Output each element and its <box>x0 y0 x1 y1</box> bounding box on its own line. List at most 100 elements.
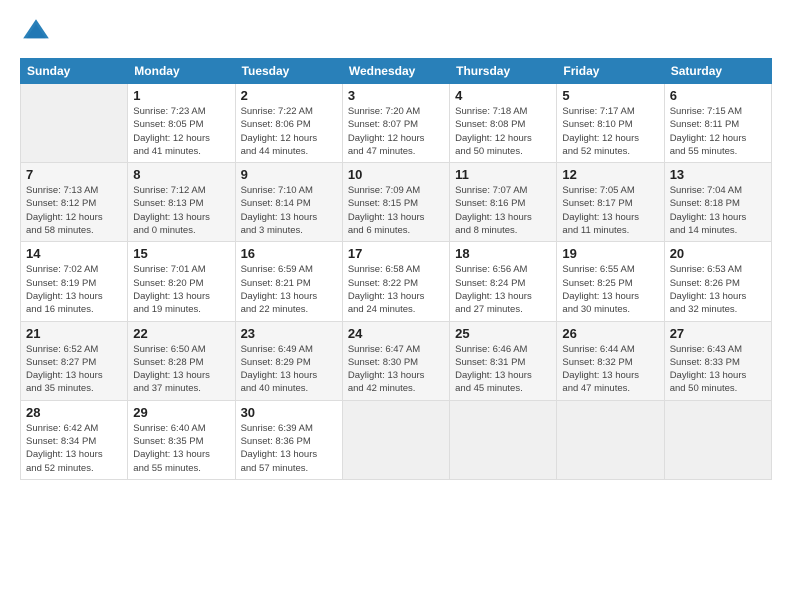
week-row-2: 7 Sunrise: 7:13 AMSunset: 8:12 PMDaylight… <box>21 163 772 242</box>
day-cell: 24 Sunrise: 6:47 AMSunset: 8:30 PMDayligh… <box>342 321 449 400</box>
day-info: Sunrise: 6:40 AMSunset: 8:35 PMDaylight:… <box>133 422 229 475</box>
day-number: 11 <box>455 167 551 182</box>
day-number: 17 <box>348 246 444 261</box>
day-info: Sunrise: 6:44 AMSunset: 8:32 PMDaylight:… <box>562 343 658 396</box>
day-info: Sunrise: 6:43 AMSunset: 8:33 PMDaylight:… <box>670 343 766 396</box>
day-cell: 26 Sunrise: 6:44 AMSunset: 8:32 PMDayligh… <box>557 321 664 400</box>
day-number: 12 <box>562 167 658 182</box>
col-header-wednesday: Wednesday <box>342 59 449 84</box>
week-row-4: 21 Sunrise: 6:52 AMSunset: 8:27 PMDayligh… <box>21 321 772 400</box>
col-header-friday: Friday <box>557 59 664 84</box>
day-number: 21 <box>26 326 122 341</box>
week-row-1: 1 Sunrise: 7:23 AMSunset: 8:05 PMDaylight… <box>21 84 772 163</box>
day-cell: 20 Sunrise: 6:53 AMSunset: 8:26 PMDayligh… <box>664 242 771 321</box>
day-number: 16 <box>241 246 337 261</box>
day-cell: 15 Sunrise: 7:01 AMSunset: 8:20 PMDayligh… <box>128 242 235 321</box>
day-info: Sunrise: 7:18 AMSunset: 8:08 PMDaylight:… <box>455 105 551 158</box>
day-cell: 16 Sunrise: 6:59 AMSunset: 8:21 PMDayligh… <box>235 242 342 321</box>
day-number: 27 <box>670 326 766 341</box>
day-number: 7 <box>26 167 122 182</box>
day-info: Sunrise: 7:09 AMSunset: 8:15 PMDaylight:… <box>348 184 444 237</box>
day-number: 9 <box>241 167 337 182</box>
day-info: Sunrise: 6:46 AMSunset: 8:31 PMDaylight:… <box>455 343 551 396</box>
day-number: 22 <box>133 326 229 341</box>
day-number: 20 <box>670 246 766 261</box>
day-number: 13 <box>670 167 766 182</box>
day-cell: 29 Sunrise: 6:40 AMSunset: 8:35 PMDayligh… <box>128 400 235 479</box>
day-cell: 14 Sunrise: 7:02 AMSunset: 8:19 PMDayligh… <box>21 242 128 321</box>
col-header-thursday: Thursday <box>450 59 557 84</box>
day-cell: 2Sunrise: 7:22 AMSunset: 8:06 PMDaylight… <box>235 84 342 163</box>
day-cell: 9 Sunrise: 7:10 AMSunset: 8:14 PMDaylight… <box>235 163 342 242</box>
day-info: Sunrise: 6:53 AMSunset: 8:26 PMDaylight:… <box>670 263 766 316</box>
header-row: SundayMondayTuesdayWednesdayThursdayFrid… <box>21 59 772 84</box>
day-info: Sunrise: 7:07 AMSunset: 8:16 PMDaylight:… <box>455 184 551 237</box>
day-cell: 21 Sunrise: 6:52 AMSunset: 8:27 PMDayligh… <box>21 321 128 400</box>
day-cell: 10 Sunrise: 7:09 AMSunset: 8:15 PMDayligh… <box>342 163 449 242</box>
day-cell: 25 Sunrise: 6:46 AMSunset: 8:31 PMDayligh… <box>450 321 557 400</box>
day-cell: 12 Sunrise: 7:05 AMSunset: 8:17 PMDayligh… <box>557 163 664 242</box>
day-cell: 27 Sunrise: 6:43 AMSunset: 8:33 PMDayligh… <box>664 321 771 400</box>
day-info: Sunrise: 7:01 AMSunset: 8:20 PMDaylight:… <box>133 263 229 316</box>
week-row-5: 28 Sunrise: 6:42 AMSunset: 8:34 PMDayligh… <box>21 400 772 479</box>
header <box>20 16 772 48</box>
day-info: Sunrise: 7:17 AMSunset: 8:10 PMDaylight:… <box>562 105 658 158</box>
day-cell: 11 Sunrise: 7:07 AMSunset: 8:16 PMDayligh… <box>450 163 557 242</box>
day-number: 4 <box>455 88 551 103</box>
page: SundayMondayTuesdayWednesdayThursdayFrid… <box>0 0 792 612</box>
day-cell <box>21 84 128 163</box>
day-cell: 22 Sunrise: 6:50 AMSunset: 8:28 PMDayligh… <box>128 321 235 400</box>
day-info: Sunrise: 6:56 AMSunset: 8:24 PMDaylight:… <box>455 263 551 316</box>
day-number: 19 <box>562 246 658 261</box>
calendar-table: SundayMondayTuesdayWednesdayThursdayFrid… <box>20 58 772 480</box>
day-info: Sunrise: 6:50 AMSunset: 8:28 PMDaylight:… <box>133 343 229 396</box>
day-cell: 28 Sunrise: 6:42 AMSunset: 8:34 PMDayligh… <box>21 400 128 479</box>
day-cell: 18 Sunrise: 6:56 AMSunset: 8:24 PMDayligh… <box>450 242 557 321</box>
day-cell: 6Sunrise: 7:15 AMSunset: 8:11 PMDaylight… <box>664 84 771 163</box>
day-cell <box>664 400 771 479</box>
day-number: 30 <box>241 405 337 420</box>
day-info: Sunrise: 7:13 AMSunset: 8:12 PMDaylight:… <box>26 184 122 237</box>
day-cell: 7 Sunrise: 7:13 AMSunset: 8:12 PMDaylight… <box>21 163 128 242</box>
day-info: Sunrise: 6:59 AMSunset: 8:21 PMDaylight:… <box>241 263 337 316</box>
col-header-saturday: Saturday <box>664 59 771 84</box>
col-header-monday: Monday <box>128 59 235 84</box>
day-number: 24 <box>348 326 444 341</box>
day-number: 14 <box>26 246 122 261</box>
col-header-sunday: Sunday <box>21 59 128 84</box>
day-number: 26 <box>562 326 658 341</box>
day-number: 25 <box>455 326 551 341</box>
day-cell: 8 Sunrise: 7:12 AMSunset: 8:13 PMDaylight… <box>128 163 235 242</box>
day-info: Sunrise: 6:39 AMSunset: 8:36 PMDaylight:… <box>241 422 337 475</box>
day-number: 29 <box>133 405 229 420</box>
day-info: Sunrise: 6:52 AMSunset: 8:27 PMDaylight:… <box>26 343 122 396</box>
day-info: Sunrise: 6:58 AMSunset: 8:22 PMDaylight:… <box>348 263 444 316</box>
day-cell: 30 Sunrise: 6:39 AMSunset: 8:36 PMDayligh… <box>235 400 342 479</box>
day-info: Sunrise: 7:22 AMSunset: 8:06 PMDaylight:… <box>241 105 337 158</box>
day-info: Sunrise: 6:47 AMSunset: 8:30 PMDaylight:… <box>348 343 444 396</box>
day-number: 8 <box>133 167 229 182</box>
day-cell: 17 Sunrise: 6:58 AMSunset: 8:22 PMDayligh… <box>342 242 449 321</box>
day-number: 10 <box>348 167 444 182</box>
day-info: Sunrise: 7:15 AMSunset: 8:11 PMDaylight:… <box>670 105 766 158</box>
day-cell: 13 Sunrise: 7:04 AMSunset: 8:18 PMDayligh… <box>664 163 771 242</box>
day-number: 18 <box>455 246 551 261</box>
day-info: Sunrise: 7:20 AMSunset: 8:07 PMDaylight:… <box>348 105 444 158</box>
day-info: Sunrise: 7:04 AMSunset: 8:18 PMDaylight:… <box>670 184 766 237</box>
logo-icon <box>20 16 52 48</box>
day-number: 15 <box>133 246 229 261</box>
col-header-tuesday: Tuesday <box>235 59 342 84</box>
day-number: 1 <box>133 88 229 103</box>
day-cell <box>450 400 557 479</box>
day-info: Sunrise: 7:10 AMSunset: 8:14 PMDaylight:… <box>241 184 337 237</box>
week-row-3: 14 Sunrise: 7:02 AMSunset: 8:19 PMDayligh… <box>21 242 772 321</box>
day-number: 23 <box>241 326 337 341</box>
day-info: Sunrise: 7:12 AMSunset: 8:13 PMDaylight:… <box>133 184 229 237</box>
day-cell: 23 Sunrise: 6:49 AMSunset: 8:29 PMDayligh… <box>235 321 342 400</box>
day-info: Sunrise: 6:49 AMSunset: 8:29 PMDaylight:… <box>241 343 337 396</box>
day-info: Sunrise: 7:02 AMSunset: 8:19 PMDaylight:… <box>26 263 122 316</box>
day-info: Sunrise: 7:05 AMSunset: 8:17 PMDaylight:… <box>562 184 658 237</box>
day-info: Sunrise: 6:42 AMSunset: 8:34 PMDaylight:… <box>26 422 122 475</box>
day-info: Sunrise: 7:23 AMSunset: 8:05 PMDaylight:… <box>133 105 229 158</box>
day-number: 28 <box>26 405 122 420</box>
